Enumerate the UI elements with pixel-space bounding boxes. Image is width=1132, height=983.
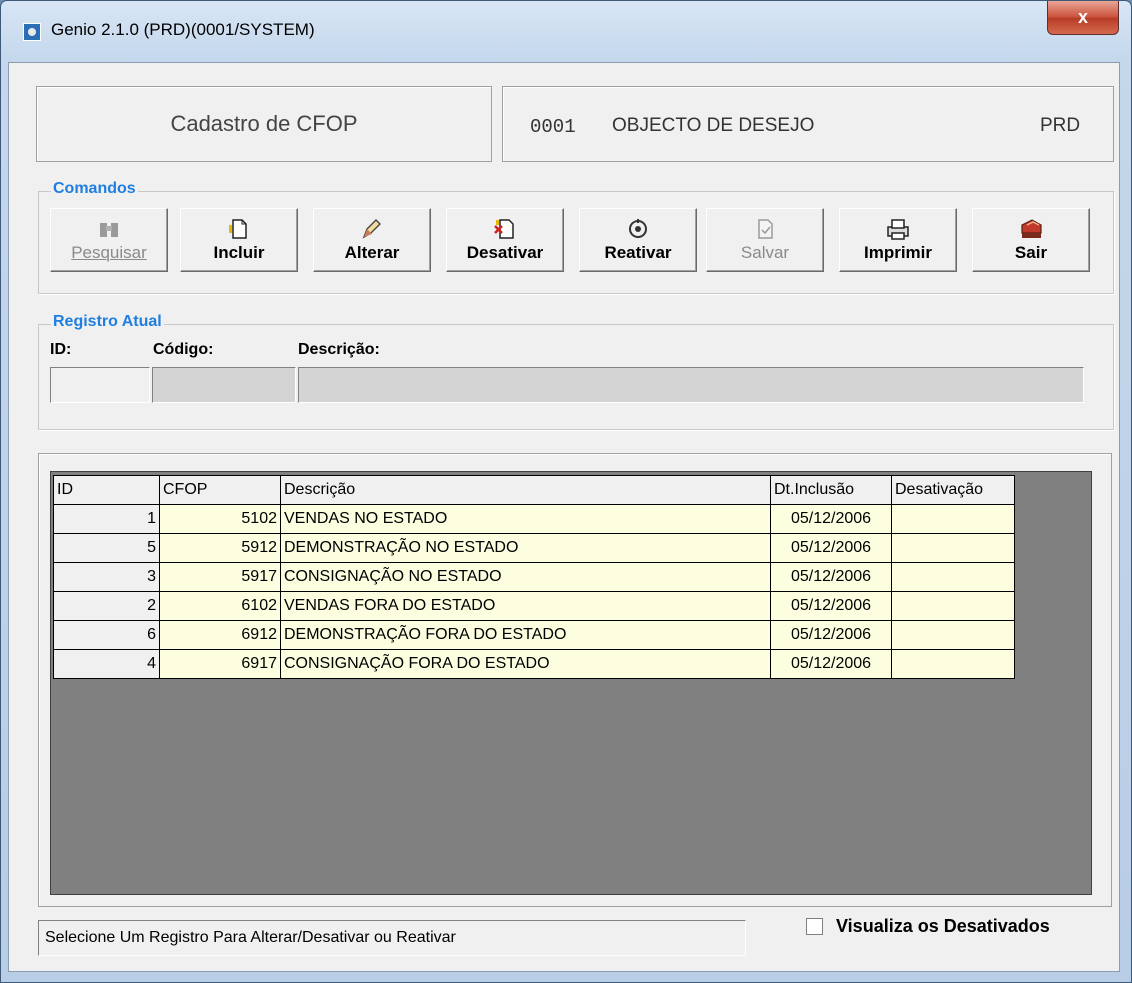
desativar-label: Desativar: [466, 243, 544, 262]
form-title-panel: Cadastro de CFOP: [36, 86, 492, 162]
salvar-button[interactable]: Salvar: [706, 208, 824, 272]
pencil-icon: [362, 219, 381, 239]
save-icon: [758, 219, 773, 239]
cell-dt-inclusao[interactable]: 05/12/2006: [770, 649, 892, 679]
alterar-button[interactable]: Alterar: [313, 208, 431, 272]
show-inactive-checkbox[interactable]: [806, 918, 823, 935]
cell-dt-inclusao[interactable]: 05/12/2006: [770, 591, 892, 621]
cell-cfop[interactable]: 6917: [159, 649, 281, 679]
codigo-label: Código:: [153, 341, 214, 358]
reativar-label: Reativar: [604, 243, 672, 262]
cell-dt-inclusao[interactable]: 05/12/2006: [770, 562, 892, 592]
descricao-field[interactable]: [298, 367, 1084, 403]
cell-cfop[interactable]: 6102: [159, 591, 281, 621]
form-title: Cadastro de CFOP: [170, 111, 358, 136]
cell-descricao[interactable]: CONSIGNAÇÃO FORA DO ESTADO: [280, 649, 771, 679]
id-label: ID:: [50, 341, 72, 358]
reactivate-icon: [629, 219, 647, 238]
registro-atual-label: Registro Atual: [51, 313, 164, 331]
cell-cfop[interactable]: 5912: [159, 533, 281, 563]
table-row[interactable]: 5 5912 DEMONSTRAÇÃO NO ESTADO 05/12/2006: [53, 533, 1015, 563]
imprimir-button[interactable]: Imprimir: [839, 208, 957, 272]
cfop-table[interactable]: ID CFOP Descrição Dt.Inclusão Desativaçã…: [53, 475, 1015, 679]
pesquisar-button[interactable]: Pesquisar: [50, 208, 168, 272]
alterar-label: Alterar: [344, 243, 400, 262]
cell-cfop[interactable]: 6912: [159, 620, 281, 650]
pesquisar-label: Pesquisar: [71, 243, 147, 262]
cell-desativacao[interactable]: [891, 533, 1015, 563]
descricao-label: Descrição:: [298, 341, 380, 358]
comandos-label: Comandos: [51, 180, 138, 198]
cell-desativacao[interactable]: [891, 591, 1015, 621]
cell-desativacao[interactable]: [891, 562, 1015, 592]
header-cfop[interactable]: CFOP: [159, 475, 281, 505]
table-row[interactable]: 4 6917 CONSIGNAÇÃO FORA DO ESTADO 05/12/…: [53, 649, 1015, 679]
status-message: Selecione Um Registro Para Alterar/Desat…: [38, 920, 746, 956]
cell-descricao[interactable]: DEMONSTRAÇÃO FORA DO ESTADO: [280, 620, 771, 650]
cell-dt-inclusao[interactable]: 05/12/2006: [770, 620, 892, 650]
title-bar[interactable]: Genio 2.1.0 (PRD)(0001/SYSTEM) x: [1, 1, 1131, 63]
cell-desativacao[interactable]: [891, 620, 1015, 650]
imprimir-label: Imprimir: [863, 243, 933, 262]
close-button[interactable]: x: [1047, 1, 1119, 35]
cell-descricao[interactable]: VENDAS NO ESTADO: [280, 504, 771, 534]
app-icon: [23, 23, 41, 41]
exit-icon: [1021, 219, 1042, 238]
sair-button[interactable]: Sair: [972, 208, 1090, 272]
environment-label: PRD: [1040, 115, 1081, 136]
cell-desativacao[interactable]: [891, 504, 1015, 534]
cell-descricao[interactable]: CONSIGNAÇÃO NO ESTADO: [280, 562, 771, 592]
cell-dt-inclusao[interactable]: 05/12/2006: [770, 533, 892, 563]
cell-dt-inclusao[interactable]: 05/12/2006: [770, 504, 892, 534]
table-row[interactable]: 6 6912 DEMONSTRAÇÃO FORA DO ESTADO 05/12…: [53, 620, 1015, 650]
show-inactive-label[interactable]: Visualiza os Desativados: [836, 916, 1050, 937]
cell-id[interactable]: 6: [53, 620, 160, 650]
window-title: Genio 2.1.0 (PRD)(0001/SYSTEM): [51, 20, 315, 39]
delete-document-icon: [494, 219, 514, 239]
header-desativacao[interactable]: Desativação: [891, 475, 1015, 505]
table-row[interactable]: 1 5102 VENDAS NO ESTADO 05/12/2006: [53, 504, 1015, 534]
codigo-field[interactable]: [152, 367, 296, 403]
company-name: OBJECTO DE DESEJO: [612, 115, 815, 136]
cell-id[interactable]: 5: [53, 533, 160, 563]
table-row[interactable]: 3 5917 CONSIGNAÇÃO NO ESTADO 05/12/2006: [53, 562, 1015, 592]
table-row[interactable]: 2 6102 VENDAS FORA DO ESTADO 05/12/2006: [53, 591, 1015, 621]
cell-id[interactable]: 2: [53, 591, 160, 621]
cell-descricao[interactable]: VENDAS FORA DO ESTADO: [280, 591, 771, 621]
table-header-row: ID CFOP Descrição Dt.Inclusão Desativaçã…: [53, 475, 1015, 505]
company-code: 0001: [530, 116, 576, 138]
cell-cfop[interactable]: 5917: [159, 562, 281, 592]
incluir-button[interactable]: Incluir: [180, 208, 298, 272]
header-id[interactable]: ID: [53, 475, 160, 505]
cell-descricao[interactable]: DEMONSTRAÇÃO NO ESTADO: [280, 533, 771, 563]
new-document-icon: [229, 219, 247, 239]
header-dt-inclusao[interactable]: Dt.Inclusão: [770, 475, 892, 505]
id-field[interactable]: [50, 367, 150, 403]
binoculars-icon: [100, 223, 118, 237]
reativar-button[interactable]: Reativar: [579, 208, 697, 272]
cell-id[interactable]: 3: [53, 562, 160, 592]
sair-label: Sair: [1014, 243, 1048, 262]
header-descricao[interactable]: Descrição: [280, 475, 771, 505]
cell-desativacao[interactable]: [891, 649, 1015, 679]
desativar-button[interactable]: Desativar: [446, 208, 564, 272]
cell-cfop[interactable]: 5102: [159, 504, 281, 534]
cell-id[interactable]: 1: [53, 504, 160, 534]
salvar-label: Salvar: [740, 243, 790, 262]
printer-icon: [887, 219, 909, 240]
cell-id[interactable]: 4: [53, 649, 160, 679]
incluir-label: Incluir: [213, 243, 265, 262]
